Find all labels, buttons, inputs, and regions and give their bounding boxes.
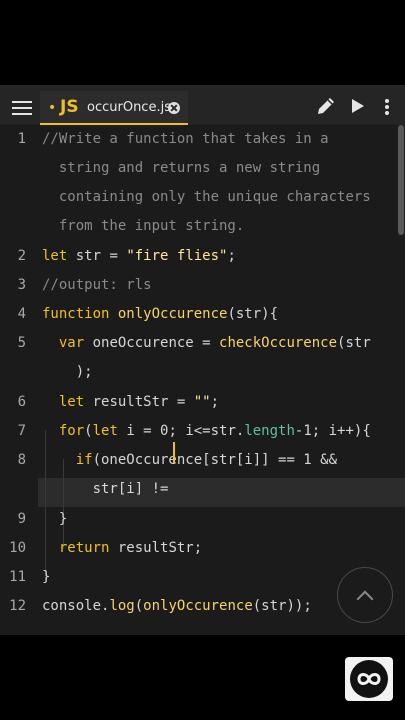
code-function: onlyOccurence <box>143 598 253 614</box>
file-tab[interactable]: • JS occurOnce.js <box>40 91 188 125</box>
code-function: checkOccurence <box>219 335 338 351</box>
line-number: 5 <box>17 335 26 351</box>
line-number: 7 <box>17 423 26 439</box>
code-text: ; <box>227 248 236 264</box>
code-line: return resultStr; <box>42 534 202 563</box>
code-text: ; <box>210 394 220 410</box>
close-icon[interactable] <box>168 102 180 114</box>
chevron-up-icon <box>356 590 374 608</box>
menu-icon[interactable] <box>12 101 32 115</box>
js-file-icon: JS <box>60 97 79 117</box>
code-text: resultStr = <box>84 394 194 410</box>
code-text: ( <box>134 598 144 614</box>
code-text: ( <box>84 423 93 439</box>
line-number: 3 <box>17 277 26 293</box>
line-number: 8 <box>17 452 26 468</box>
code-text: oneOccurence = <box>84 335 220 351</box>
code-keyword: if <box>75 452 93 468</box>
code-line: from the input string. <box>42 212 244 241</box>
more-icon[interactable] <box>385 99 389 115</box>
code-text: (oneOccurence[str[i]] == 1 && <box>92 452 338 468</box>
code-line: //output: rls <box>42 271 152 300</box>
line-number: 12 <box>9 598 26 614</box>
code-line: } <box>42 505 67 534</box>
line-number: 10 <box>9 540 26 556</box>
code-line: str[i] != <box>42 475 169 504</box>
code-text: (str){ <box>227 306 279 322</box>
code-editor-app: • JS occurOnce.js 1 2 3 4 5 6 7 8 9 10 1… <box>0 85 405 635</box>
code-keyword: for <box>58 423 85 439</box>
line-number: 2 <box>17 248 26 264</box>
code-property: length <box>244 423 295 439</box>
line-number: 1 <box>17 131 26 147</box>
code-text: (str <box>337 335 371 351</box>
code-text: str[i] != <box>42 481 169 497</box>
code-keyword: let <box>92 423 118 439</box>
code-keyword: function <box>42 306 110 322</box>
code-function: log <box>109 598 135 614</box>
code-text: ); <box>42 364 93 380</box>
line-number: 4 <box>17 306 26 322</box>
code-text: resultStr; <box>109 540 203 556</box>
code-string: "fire flies" <box>126 248 228 264</box>
scrollbar[interactable] <box>398 125 404 235</box>
tab-filename: occurOnce.js <box>87 100 171 115</box>
toolbar: • JS occurOnce.js <box>0 85 405 125</box>
code-comment: //output: rls <box>42 277 152 293</box>
code-line: ); <box>42 358 93 387</box>
code-line: //Write a function that takes in a <box>42 125 329 154</box>
code-keyword: var <box>58 335 85 351</box>
code-line: containing only the unique characters <box>42 183 371 212</box>
code-line: console.log(onlyOccurence(str)); <box>42 592 312 621</box>
code-keyword: let <box>42 248 68 264</box>
text-cursor <box>173 442 175 463</box>
line-number: 9 <box>17 511 26 527</box>
infinity-logo-icon <box>357 673 381 685</box>
code-text: -1; i++){ <box>294 423 371 439</box>
code-comment: containing only the unique characters <box>42 189 371 205</box>
code-line: for(let i = 0; i<=str.length-1; i++){ <box>42 417 371 446</box>
code-function: onlyOccurence <box>117 306 228 322</box>
unsaved-dot: • <box>48 100 57 116</box>
code-line: if(oneOccurence[str[i]] == 1 && <box>42 446 337 475</box>
pencil-icon[interactable] <box>315 95 337 117</box>
line-number: 6 <box>17 394 26 410</box>
line-number: 11 <box>9 569 26 585</box>
play-icon[interactable] <box>352 99 364 113</box>
scroll-up-button[interactable] <box>337 567 393 623</box>
code-comment: from the input string. <box>42 218 245 234</box>
code-line: function onlyOccurence(str){ <box>42 300 278 329</box>
code-text: } <box>42 569 51 585</box>
code-string: "" <box>193 394 211 410</box>
code-keyword: let <box>58 394 85 410</box>
code-text: str = <box>67 248 127 264</box>
code-text: (str)); <box>252 598 312 614</box>
code-line: var oneOccurence = checkOccurence(str <box>42 329 371 358</box>
code-comment: //Write a function that takes in a <box>42 131 329 147</box>
code-text: } <box>42 511 68 527</box>
code-comment: string and returns a new string <box>42 160 321 176</box>
channel-logo <box>345 657 393 701</box>
code-line: } <box>42 563 50 592</box>
code-area[interactable]: 1 2 3 4 5 6 7 8 9 10 11 12 //Write a fun… <box>0 125 405 635</box>
code-line: let str = "fire flies"; <box>42 242 236 271</box>
code-keyword: return <box>58 540 110 556</box>
code-line: let resultStr = ""; <box>42 388 219 417</box>
code-text: console. <box>42 598 110 614</box>
code-line: string and returns a new string <box>42 154 320 183</box>
code-text: i = 0; i<=str. <box>117 423 245 439</box>
